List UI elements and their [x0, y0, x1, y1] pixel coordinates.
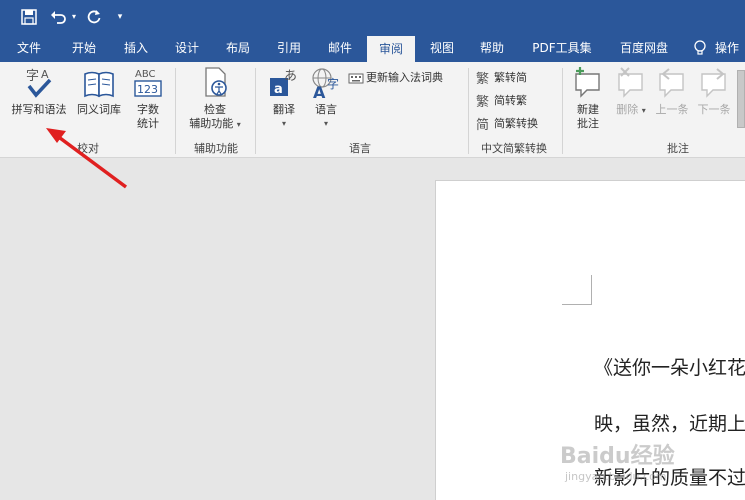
undo-dropdown-icon[interactable]: ▾ [69, 6, 79, 28]
quick-access-toolbar: ▾ ▾ [0, 0, 745, 34]
language-icon: A 字 [312, 68, 339, 102]
check-accessibility-label-2: 辅助功能 ▾ [189, 117, 241, 130]
svg-text:简: 简 [476, 117, 489, 132]
language-label: 语言 [315, 103, 337, 116]
spelling-grammar-label: 拼写和语法 [11, 103, 67, 116]
save-icon[interactable] [18, 6, 40, 28]
group-separator [255, 68, 256, 154]
simplified-to-traditional-icon: 繁 [476, 93, 492, 110]
svg-text:ABC: ABC [135, 69, 156, 80]
svg-text:字: 字 [327, 76, 339, 91]
svg-text:あ: あ [284, 69, 297, 84]
group-separator [468, 68, 469, 154]
tab-design[interactable]: 设计 [163, 34, 211, 62]
delete-comment-icon [618, 67, 643, 98]
dropdown-arrow-icon: ▾ [281, 119, 286, 128]
previous-comment-button[interactable]: 上一条 [652, 66, 692, 117]
new-comment-label-1: 新建 [577, 103, 599, 116]
document-text-line[interactable]: 映，虽然，近期上 [594, 409, 745, 436]
word-count-button[interactable]: ABC 123 字数 统计 [128, 66, 168, 131]
watermark: Baidu经验 [560, 444, 675, 469]
translate-icon: a あ [270, 69, 297, 97]
document-text-line[interactable]: 《送你一朵小红花 [594, 353, 745, 380]
ribbon-tabs: 文件 开始 插入 设计 布局 引用 邮件 审阅 视图 帮助 PDF工具集 百度网… [0, 34, 745, 62]
tab-pdf-tools[interactable]: PDF工具集 [524, 34, 600, 62]
svg-text:繁: 繁 [476, 71, 489, 86]
ribbon: 字 A 拼写和语法 同义词库 ABC 123 字数 统计 校对 检查 辅助功能 … [0, 62, 745, 158]
svg-text:字: 字 [26, 69, 39, 84]
svg-text:繁: 繁 [476, 94, 489, 109]
new-comment-icon [575, 67, 600, 98]
redo-icon[interactable] [84, 6, 104, 28]
delete-comment-button[interactable]: 删除 ▾ [612, 66, 650, 118]
book-icon [84, 71, 114, 98]
new-comment-label-2: 批注 [577, 117, 599, 130]
spelling-grammar-button[interactable]: 字 A 拼写和语法 [6, 66, 72, 117]
spelling-check-icon: 字 A [26, 68, 52, 98]
dropdown-arrow-icon: ▾ [236, 120, 241, 129]
group-label-chinese-conversion: 中文简繁转换 [481, 142, 547, 155]
language-button[interactable]: A 字 语言 ▾ [306, 66, 346, 131]
new-comment-button[interactable]: 新建 批注 [568, 66, 608, 131]
accessibility-check-icon [205, 67, 227, 97]
update-ime-dictionary-label: 更新输入法词典 [366, 71, 443, 84]
word-count-icon: ABC 123 [134, 69, 162, 97]
simplified-to-traditional-label: 简转繁 [494, 94, 527, 107]
next-comment-label: 下一条 [697, 103, 731, 116]
tab-file[interactable]: 文件 [6, 34, 52, 62]
svg-text:A: A [41, 68, 49, 81]
margin-corner-mark [562, 275, 592, 305]
keyboard-icon [348, 70, 364, 86]
update-ime-dictionary-button[interactable]: 更新输入法词典 [348, 68, 443, 88]
undo-icon[interactable] [48, 6, 68, 28]
svg-text:a: a [274, 82, 283, 97]
show-comments-button[interactable] [737, 70, 745, 128]
translate-label: 翻译 [273, 103, 295, 116]
tab-help[interactable]: 帮助 [468, 34, 516, 62]
traditional-to-simplified-label: 繁转简 [494, 71, 527, 84]
tab-tell-me[interactable]: 操作 [715, 34, 745, 62]
thesaurus-button[interactable]: 同义词库 [72, 66, 126, 117]
next-comment-button[interactable]: 下一条 [694, 66, 734, 117]
group-label-proofing: 校对 [77, 142, 99, 155]
chinese-conversion-icon: 简 [476, 116, 492, 133]
group-separator [562, 68, 563, 154]
previous-comment-label: 上一条 [655, 103, 689, 116]
tab-home[interactable]: 开始 [60, 34, 108, 62]
delete-comment-label: 删除 ▾ [616, 103, 646, 116]
group-label-accessibility: 辅助功能 [194, 142, 238, 155]
tab-baidu-netdisk[interactable]: 百度网盘 [606, 34, 682, 62]
next-comment-icon [701, 68, 726, 98]
tab-layout[interactable]: 布局 [214, 34, 262, 62]
tab-references[interactable]: 引用 [265, 34, 313, 62]
traditional-to-simplified-icon: 繁 [476, 70, 492, 87]
tab-view[interactable]: 视图 [418, 34, 466, 62]
chinese-conversion-label: 简繁转换 [494, 117, 538, 130]
word-count-label-1: 字数 [137, 103, 159, 116]
customize-icon[interactable]: ▾ [113, 6, 127, 28]
tab-review[interactable]: 审阅 [367, 36, 415, 62]
watermark-sub: jingyan.baidu.com [565, 470, 667, 483]
word-count-label-2: 统计 [137, 117, 159, 130]
tab-insert[interactable]: 插入 [112, 34, 160, 62]
svg-text:123: 123 [137, 83, 158, 96]
dropdown-arrow-icon: ▾ [323, 119, 328, 128]
chinese-conversion-button[interactable]: 简 简繁转换 [476, 114, 538, 134]
lightbulb-icon[interactable] [692, 34, 708, 62]
check-accessibility-button[interactable]: 检查 辅助功能 ▾ [182, 66, 248, 132]
previous-comment-icon [659, 68, 684, 98]
check-accessibility-label-1: 检查 [204, 103, 226, 116]
group-separator [175, 68, 176, 154]
translate-button[interactable]: a あ 翻译 ▾ [264, 66, 304, 131]
group-label-comments: 批注 [667, 142, 689, 155]
thesaurus-label: 同义词库 [77, 103, 121, 116]
traditional-to-simplified-button[interactable]: 繁 繁转简 [476, 68, 527, 88]
dropdown-arrow-icon: ▾ [641, 106, 646, 115]
tab-mailings[interactable]: 邮件 [316, 34, 364, 62]
group-label-language: 语言 [349, 142, 371, 155]
simplified-to-traditional-button[interactable]: 繁 简转繁 [476, 91, 527, 111]
svg-text:A: A [313, 83, 326, 100]
